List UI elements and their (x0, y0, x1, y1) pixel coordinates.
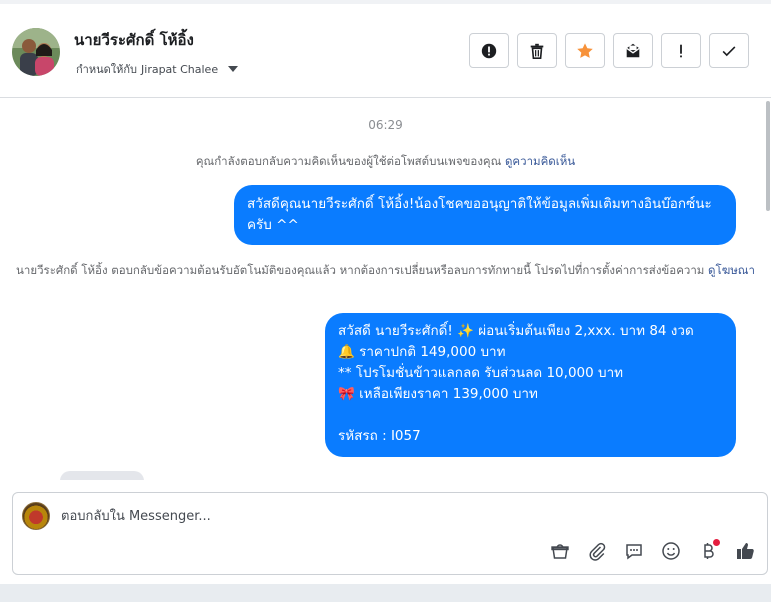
emoji-icon (662, 542, 680, 560)
mark-spam-button[interactable] (469, 33, 509, 68)
message-line: สวัสดี นายวีระศักดิ์! ✨ ผ่อนเริ่มต้นเพีย… (338, 323, 694, 339)
message-thread[interactable]: 06:29 คุณกำลังตอบกลับความคิดเห็นของผู้ใช… (0, 99, 771, 480)
contact-name: นายวีระศักดิ์ โห้อิ้ง (74, 31, 194, 49)
attach-button[interactable] (585, 539, 609, 563)
outgoing-message: สวัสดีคุณนายวีระศักดิ์ โห้อิ้ง!น้องโชคขอ… (234, 185, 736, 245)
caret-down-icon (228, 66, 239, 72)
system-notice-greeting: นายวีระศักดิ์ โห้อิ้ง ตอบกลับข้อความต้อน… (0, 260, 771, 280)
bottom-bar (0, 584, 771, 602)
message-timestamp: 06:29 (368, 118, 403, 132)
mark-done-button[interactable] (709, 33, 749, 68)
important-button[interactable] (661, 33, 701, 68)
message-line: ** โปรโมชั่นข้าวแลกลด รับส่วนลด 10,000 บ… (338, 365, 624, 381)
system-notice-text: คุณกำลังตอบกลับความคิดเห็นของผู้ใช้ต่อโพ… (195, 154, 502, 168)
trash-icon (530, 43, 544, 59)
message-line: 🔔 ราคาปกติ 149,000 บาท (338, 344, 506, 360)
messenger-inbox-view: นายวีระศักดิ์ โห้อิ้ง กำหนดให้กับ Jirapa… (0, 0, 771, 602)
composer-tools (548, 539, 757, 563)
mark-unread-icon (626, 43, 640, 57)
thread-scrollbar[interactable] (763, 99, 771, 480)
shopping-bag-icon (551, 544, 569, 559)
view-comment-link[interactable]: ดูความคิดเห็น (505, 154, 575, 168)
mark-spam-icon (481, 43, 497, 58)
assign-prefix: กำหนดให้กับ (76, 63, 138, 76)
shop-button[interactable] (548, 539, 572, 563)
emoji-button[interactable] (659, 539, 683, 563)
payment-button[interactable] (696, 539, 720, 563)
message-line: 🎀 เหลือเพียงราคา 139,000 บาท (338, 386, 538, 402)
important-icon (680, 44, 682, 57)
attachment-icon (589, 542, 606, 561)
outgoing-message: สวัสดี นายวีระศักดิ์! ✨ ผ่อนเริ่มต้นเพีย… (325, 313, 736, 457)
mark-unread-button[interactable] (613, 33, 653, 68)
assignee-name: Jirapat Chalee (141, 62, 219, 76)
saved-replies-icon (626, 544, 642, 560)
reply-composer (12, 492, 768, 575)
notification-dot (713, 539, 720, 546)
contact-avatar[interactable] (12, 28, 60, 76)
assignee-selector[interactable]: กำหนดให้กับ Jirapat Chalee (76, 60, 239, 78)
system-notice-text: นายวีระศักดิ์ โห้อิ้ง ตอบกลับข้อความต้อน… (16, 263, 705, 277)
saved-replies-button[interactable] (622, 539, 646, 563)
system-notice-comment: คุณกำลังตอบกลับความคิดเห็นของผู้ใช้ต่อโพ… (0, 153, 771, 171)
incoming-message-partial (60, 471, 144, 480)
reply-input[interactable] (61, 506, 661, 526)
message-line: รหัสรถ : I057 (338, 428, 421, 444)
star-icon (577, 42, 593, 58)
view-ad-link[interactable]: ดูโฆษณา (708, 263, 755, 277)
scrollbar-thumb[interactable] (766, 101, 770, 211)
page-avatar (22, 502, 50, 530)
conversation-actions (469, 33, 749, 68)
delete-button[interactable] (517, 33, 557, 68)
like-button[interactable] (733, 539, 757, 563)
star-button[interactable] (565, 33, 605, 68)
like-icon (737, 543, 754, 559)
conversation-header: นายวีระศักดิ์ โห้อิ้ง กำหนดให้กับ Jirapa… (0, 4, 771, 98)
done-check-icon (722, 45, 736, 56)
